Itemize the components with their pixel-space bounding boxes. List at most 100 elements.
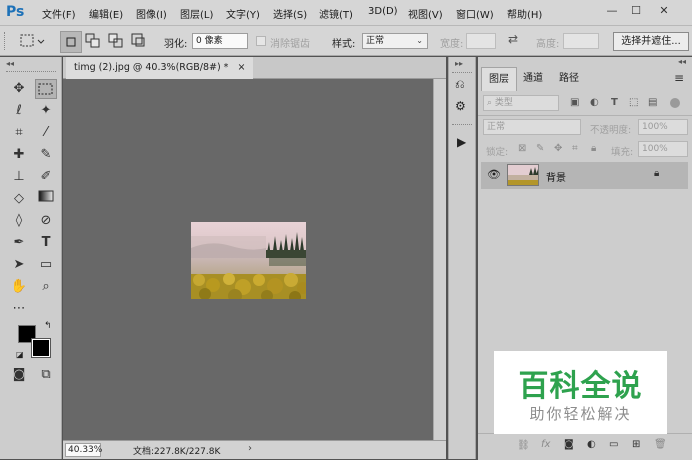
lock-transparency-icon[interactable]: ⊠ [518,143,526,154]
lock-position-icon[interactable]: ✥ [554,143,562,154]
menu-type[interactable]: 文字(Y) [226,6,260,21]
menu-window[interactable]: 窗口(W) [456,6,494,21]
new-group-icon[interactable]: ▭ [609,439,618,450]
adjustment-layer-icon[interactable]: ◐ [587,439,596,450]
canvas-area[interactable] [63,79,433,440]
crop-tool-icon[interactable]: ⌗ [8,123,30,143]
background-color-swatch[interactable] [31,338,51,358]
fx-icon[interactable]: fx [541,439,550,450]
menu-layer[interactable]: 图层(L) [180,6,213,21]
tab-channels[interactable]: 通道 [516,67,550,91]
marquee-preset-icon[interactable] [18,32,48,50]
vertical-scrollbar[interactable] [433,79,446,440]
expand-arrows-icon[interactable]: ▸▸ [455,59,463,68]
tab-layers[interactable]: 图层 [481,67,517,91]
menu-view[interactable]: 视图(V) [408,6,443,21]
history-brush-icon[interactable]: ✐ [35,167,57,187]
blend-mode-value: 正常 [487,122,506,132]
new-selection-icon[interactable] [60,31,82,53]
layer-filter-select[interactable]: ⌕ 类型 [483,95,559,111]
move-tool-icon[interactable]: ✥ [8,79,30,99]
minimize-button[interactable]: — [603,3,621,19]
default-colors-icon[interactable]: ◪ [16,350,24,359]
lock-pixels-icon[interactable]: ✎ [536,143,544,154]
blur-tool-icon[interactable]: ◊ [8,211,30,231]
properties-panel-icon[interactable]: ⚙ [455,99,466,113]
menu-3d[interactable]: 3D(D) [368,6,398,17]
marquee-tool-icon[interactable] [35,79,57,99]
magic-wand-icon[interactable]: ✦ [35,101,57,121]
new-layer-icon[interactable]: ⊞ [632,439,640,450]
hand-tool-icon[interactable]: ✋ [8,277,30,297]
blend-mode-select[interactable]: 正常 [483,119,581,135]
photoshop-logo: Ps [6,4,25,20]
shape-filter-icon[interactable]: ⬚ [629,97,638,108]
swap-colors-icon[interactable]: ↰ [44,321,52,331]
brush-tool-icon[interactable]: ✎ [35,145,57,165]
close-tab-icon[interactable]: × [237,62,245,73]
image-filter-icon[interactable]: ▣ [570,97,579,108]
tools-panel: ◂◂ ✥ ℓ ✦ ⌗ ⁄ ✚ ✎ ⊥ ✐ ◇ ◊ ⊘ ✒ T ➤ ▭ ✋ ⌕ ⋯… [0,57,62,459]
add-selection-icon[interactable] [83,31,103,51]
type-tool-icon[interactable]: T [35,233,57,253]
menu-bar: Ps 文件(F) 编辑(E) 图像(I) 图层(L) 文字(Y) 选择(S) 滤… [0,0,692,26]
menu-help[interactable]: 帮助(H) [507,6,542,21]
select-and-mask-button[interactable]: 选择并遮住... [613,32,689,51]
adjustment-filter-icon[interactable]: ◐ [590,97,599,108]
antialias-checkbox[interactable] [256,36,266,46]
collapse-panel-icon[interactable]: ◂◂ [678,57,686,66]
layer-name[interactable]: 背景 [546,169,566,184]
feather-field[interactable]: 0 像素 [192,33,248,49]
eraser-tool-icon[interactable]: ◇ [8,189,30,209]
zoom-tool-icon[interactable]: ⌕ [35,277,57,297]
healing-brush-icon[interactable]: ✚ [8,145,30,165]
panel-menu-icon[interactable]: ≡ [674,71,684,85]
pen-tool-icon[interactable]: ✒ [8,233,30,253]
eyedropper-icon[interactable]: ⁄ [35,123,57,143]
visibility-eye-icon[interactable]: 👁︎ [487,168,501,181]
link-layers-icon[interactable]: ⛓︎ [517,440,530,451]
rectangle-tool-icon[interactable]: ▭ [35,255,57,275]
history-panel-icon[interactable]: ⎌ [455,77,465,92]
quick-mask-icon[interactable]: ◙ [8,365,30,385]
document-tab-bar: timg (2).jpg @ 40.3%(RGB/8#) * × [63,57,446,79]
gradient-tool-icon[interactable] [35,189,57,209]
swap-dimensions-icon[interactable]: ⇄ [508,32,518,46]
type-filter-icon[interactable]: T [611,97,618,108]
smart-object-filter-icon[interactable]: ▤ [648,97,657,108]
document-image[interactable] [191,222,306,299]
menu-filter[interactable]: 滤镜(T) [319,6,353,21]
menu-image[interactable]: 图像(I) [136,6,167,21]
filter-toggle-icon[interactable] [670,98,680,108]
status-menu-arrow-icon[interactable]: › [248,443,252,454]
menu-edit[interactable]: 编辑(E) [89,6,123,21]
close-window-button[interactable]: ✕ [655,3,673,19]
add-mask-icon[interactable]: ◙ [564,439,574,450]
lock-all-icon[interactable]: 🔒︎ [591,143,596,154]
screen-mode-icon[interactable]: ⧉ [35,365,57,385]
dodge-tool-icon[interactable]: ⊘ [35,211,57,231]
collapse-arrows-icon[interactable]: ◂◂ [6,59,14,68]
actions-play-icon[interactable]: ▶ [457,135,466,149]
style-select[interactable]: 正常 ⌄ [362,33,428,49]
intersect-selection-icon[interactable] [129,31,149,51]
document-tab[interactable]: timg (2).jpg @ 40.3%(RGB/8#) * × [66,57,254,79]
panel-dock-strip: ▸▸ ⎌ ⚙ ▶ [448,57,476,459]
fill-field[interactable]: 100% [638,141,688,157]
restore-button[interactable]: ☐ [627,3,645,19]
tab-paths[interactable]: 路径 [552,67,586,91]
path-selection-icon[interactable]: ➤ [8,255,30,275]
lock-artboard-icon[interactable]: ⌗ [572,143,578,154]
layer-row[interactable]: 👁︎ 背景 🔒︎ [481,162,688,189]
clone-stamp-icon[interactable]: ⊥ [8,167,30,187]
width-field[interactable] [466,33,496,49]
subtract-selection-icon[interactable] [106,31,126,51]
more-tools-icon[interactable]: ⋯ [8,299,30,319]
trash-icon[interactable]: 🗑︎ [654,439,667,450]
lasso-tool-icon[interactable]: ℓ [8,101,30,121]
menu-file[interactable]: 文件(F) [42,6,76,21]
menu-select[interactable]: 选择(S) [273,6,307,21]
height-field[interactable] [563,33,599,49]
opacity-field[interactable]: 100% [638,119,688,135]
zoom-field[interactable]: 40.33% [65,443,102,457]
